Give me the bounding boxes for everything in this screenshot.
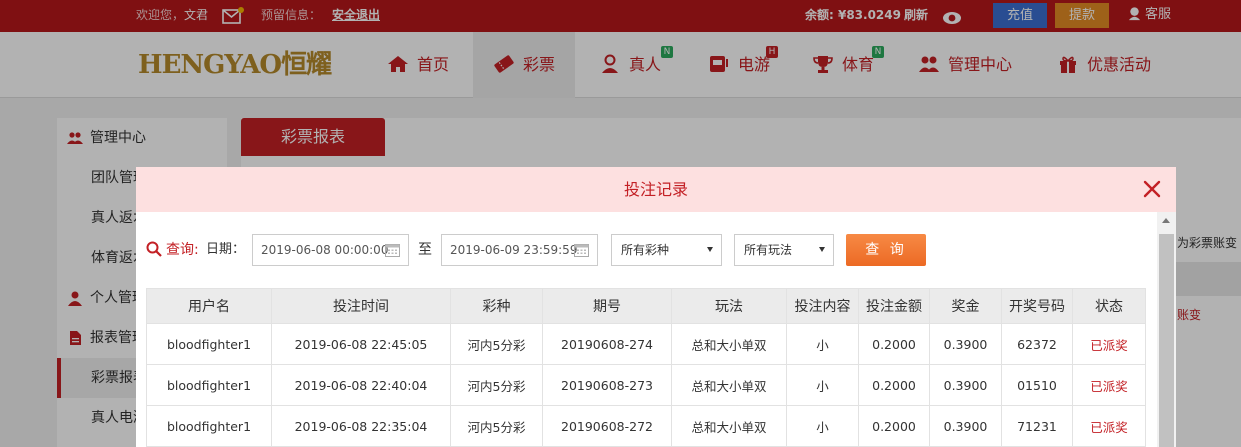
cell-username: bloodfighter1 — [146, 405, 272, 447]
col-bet-amount: 投注金额 — [858, 288, 930, 324]
cell-play: 总和大小单双 — [671, 323, 787, 365]
cell-draw-number: 71231 — [1001, 405, 1073, 447]
date-from-value: 2019-06-08 00:00:00 — [261, 243, 389, 257]
cell-issue: 20190608-274 — [542, 323, 672, 365]
cell-lottery: 河内5分彩 — [450, 364, 543, 406]
cell-draw-number: 01510 — [1001, 364, 1073, 406]
scroll-thumb[interactable] — [1159, 234, 1174, 447]
col-draw-number: 开奖号码 — [1001, 288, 1073, 324]
cell-bet-time: 2019-06-08 22:40:04 — [271, 364, 451, 406]
cell-issue: 20190608-272 — [542, 405, 672, 447]
cell-issue: 20190608-273 — [542, 364, 672, 406]
search-icon — [146, 241, 162, 257]
cell-draw-number: 62372 — [1001, 323, 1073, 365]
cell-play: 总和大小单双 — [671, 405, 787, 447]
cell-bet-time: 2019-06-08 22:45:05 — [271, 323, 451, 365]
cell-status: 已派奖 — [1072, 323, 1146, 365]
col-lottery: 彩种 — [450, 288, 543, 324]
cell-play: 总和大小单双 — [671, 364, 787, 406]
col-status: 状态 — [1072, 288, 1146, 324]
cell-bet-amount: 0.2000 — [858, 364, 930, 406]
cell-lottery: 河内5分彩 — [450, 323, 543, 365]
play-type-select[interactable]: 所有玩法 — [734, 234, 834, 266]
calendar-icon[interactable] — [385, 243, 400, 257]
cell-bet-content: 小 — [786, 323, 859, 365]
date-to-value: 2019-06-09 23:59:59 — [450, 243, 578, 257]
calendar-icon[interactable] — [574, 243, 589, 257]
to-label: 至 — [418, 242, 432, 258]
modal-scrollbar[interactable] — [1157, 212, 1176, 447]
cell-prize: 0.3900 — [929, 323, 1002, 365]
query-button[interactable]: 查 询 — [846, 234, 926, 266]
cell-prize: 0.3900 — [929, 405, 1002, 447]
bet-record-table: 用户名 投注时间 彩种 期号 玩法 投注内容 投注金额 奖金 开奖号码 状态 b… — [146, 288, 1146, 447]
close-icon[interactable] — [1140, 177, 1164, 201]
col-bet-time: 投注时间 — [271, 288, 451, 324]
cell-bet-content: 小 — [786, 364, 859, 406]
cell-status: 已派奖 — [1072, 405, 1146, 447]
cell-bet-time: 2019-06-08 22:35:04 — [271, 405, 451, 447]
query-label: 查询: — [146, 234, 199, 266]
date-label: 日期： — [206, 242, 246, 257]
cell-prize: 0.3900 — [929, 364, 1002, 406]
lottery-type-select[interactable]: 所有彩种 — [611, 234, 722, 266]
table-row[interactable]: bloodfighter1 2019-06-08 22:40:04 河内5分彩 … — [146, 364, 1146, 406]
cell-status: 已派奖 — [1072, 364, 1146, 406]
col-issue: 期号 — [542, 288, 672, 324]
chevron-down-icon — [819, 247, 825, 252]
cell-username: bloodfighter1 — [146, 364, 272, 406]
cell-bet-amount: 0.2000 — [858, 405, 930, 447]
col-username: 用户名 — [146, 288, 272, 324]
col-bet-content: 投注内容 — [786, 288, 859, 324]
cell-username: bloodfighter1 — [146, 323, 272, 365]
chevron-down-icon — [707, 247, 713, 252]
table-row[interactable]: bloodfighter1 2019-06-08 22:45:05 河内5分彩 … — [146, 323, 1146, 365]
table-header-row: 用户名 投注时间 彩种 期号 玩法 投注内容 投注金额 奖金 开奖号码 状态 — [146, 288, 1146, 324]
scroll-up-icon[interactable] — [1162, 218, 1170, 223]
col-play: 玩法 — [671, 288, 787, 324]
date-to-input[interactable]: 2019-06-09 23:59:59 — [441, 234, 598, 266]
table-row[interactable]: bloodfighter1 2019-06-08 22:35:04 河内5分彩 … — [146, 405, 1146, 447]
modal-title: 投注记录 — [136, 167, 1176, 212]
cell-bet-amount: 0.2000 — [858, 323, 930, 365]
cell-bet-content: 小 — [786, 405, 859, 447]
col-prize: 奖金 — [929, 288, 1002, 324]
cell-lottery: 河内5分彩 — [450, 405, 543, 447]
date-from-input[interactable]: 2019-06-08 00:00:00 — [252, 234, 409, 266]
bet-record-modal: 投注记录 查询: 日期： 2019-06-08 00:00:00 至 2019-… — [136, 167, 1176, 447]
